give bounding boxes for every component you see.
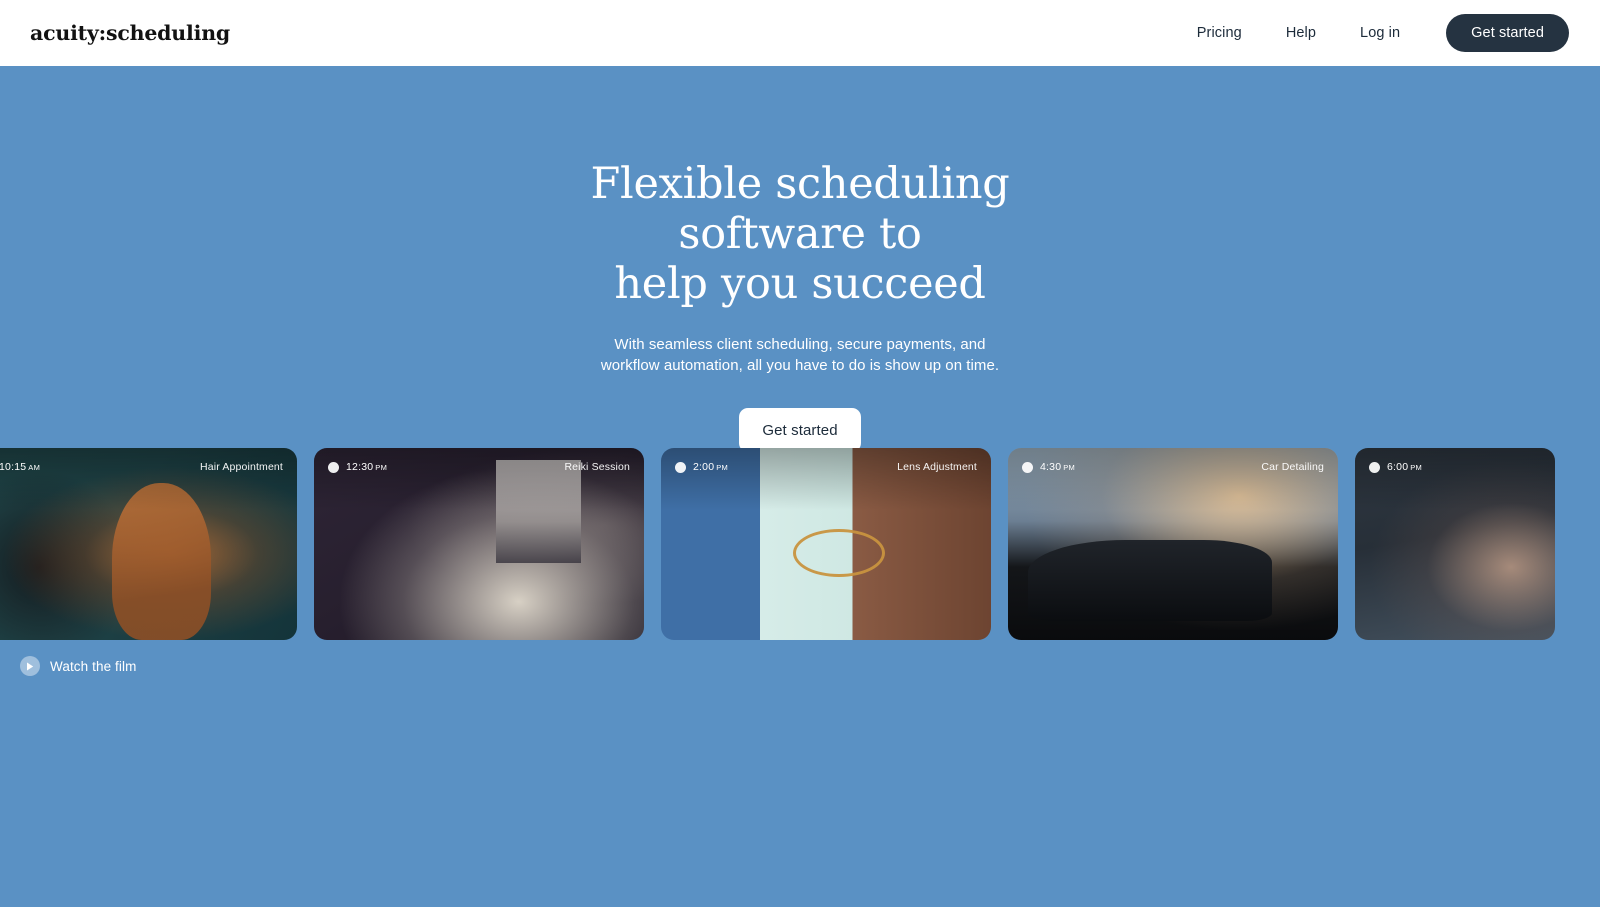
hero-title-line-1: Flexible scheduling software to (590, 159, 1010, 259)
appointment-card-image (0, 448, 297, 640)
appointment-time-label: 6:00 PM (1387, 461, 1423, 473)
status-dot-icon (1022, 461, 1033, 473)
appointment-time-meridiem: PM (1063, 463, 1076, 472)
appointment-card-meta: 10:15 AM Hair Appointment (0, 461, 283, 473)
appointment-card[interactable]: 2:00 PM Lens Adjustment (661, 448, 991, 640)
appointment-time-meridiem: PM (1410, 463, 1423, 472)
appointment-time-label: 2:00 PM (693, 461, 729, 473)
status-dot-icon (675, 461, 686, 473)
appointment-card-image (314, 448, 644, 640)
status-dot-icon (328, 461, 339, 473)
appointment-card[interactable]: 12:30 PM Reiki Session (314, 448, 644, 640)
appointment-time: 10:15 AM (0, 461, 40, 473)
appointment-card-image (1355, 448, 1555, 640)
appointment-card-meta: 6:00 PM (1369, 461, 1541, 473)
watch-the-film-button[interactable]: Watch the film (16, 652, 140, 680)
appointment-card[interactable]: 4:30 PM Car Detailing (1008, 448, 1338, 640)
appointment-time-meridiem: PM (716, 463, 729, 472)
appointment-card[interactable]: 10:15 AM Hair Appointment (0, 448, 297, 640)
appointment-time: 12:30 PM (328, 461, 387, 473)
appointment-time-meridiem: PM (375, 463, 388, 472)
appointment-card-meta: 2:00 PM Lens Adjustment (675, 461, 977, 473)
appointment-card-carousel[interactable]: Blowout10:15AMHair Appointment12:30PMRei… (0, 448, 1600, 644)
appointment-time-label: 12:30 PM (346, 461, 388, 473)
appointment-time-meridiem: AM (28, 463, 41, 472)
hero-section: Flexible scheduling software to help you… (0, 66, 1600, 907)
primary-nav: Pricing Help Log in Get started (1175, 14, 1569, 52)
hero-copy-block: Flexible scheduling software to help you… (0, 66, 1600, 478)
appointment-service-label: Hair Appointment (200, 461, 283, 473)
appointment-time-label: 10:15 AM (0, 461, 41, 473)
appointment-service-label: Reiki Session (564, 461, 630, 473)
appointment-service-label: Lens Adjustment (897, 461, 977, 473)
play-icon (20, 656, 40, 676)
appointment-time-label: 4:30 PM (1040, 461, 1076, 473)
nav-link-help[interactable]: Help (1264, 17, 1338, 49)
status-dot-icon (1369, 461, 1380, 473)
watch-the-film-label: Watch the film (50, 658, 137, 674)
site-header: acuity:scheduling Pricing Help Log in Ge… (0, 0, 1600, 66)
header-get-started-button[interactable]: Get started (1446, 14, 1569, 52)
appointment-time: 6:00 PM (1369, 461, 1422, 473)
appointment-card-meta: 12:30 PM Reiki Session (328, 461, 630, 473)
appointment-card-meta: 4:30 PM Car Detailing (1022, 461, 1324, 473)
appointment-time: 2:00 PM (675, 461, 728, 473)
appointment-card-image (661, 448, 991, 640)
page-title: Flexible scheduling software to help you… (520, 159, 1080, 310)
appointment-service-label: Car Detailing (1261, 461, 1324, 473)
nav-link-pricing[interactable]: Pricing (1175, 17, 1264, 49)
brand-logo[interactable]: acuity:scheduling (30, 23, 230, 44)
hero-title-line-2: help you succeed (614, 258, 986, 309)
nav-link-login[interactable]: Log in (1338, 17, 1422, 49)
appointment-card[interactable]: 6:00 PM (1355, 448, 1555, 640)
page-root: acuity:scheduling Pricing Help Log in Ge… (0, 0, 1600, 907)
appointment-card-image (1008, 448, 1338, 640)
hero-subtitle: With seamless client scheduling, secure … (600, 335, 1000, 374)
hero-get-started-button[interactable]: Get started (739, 408, 861, 453)
appointment-time: 4:30 PM (1022, 461, 1075, 473)
